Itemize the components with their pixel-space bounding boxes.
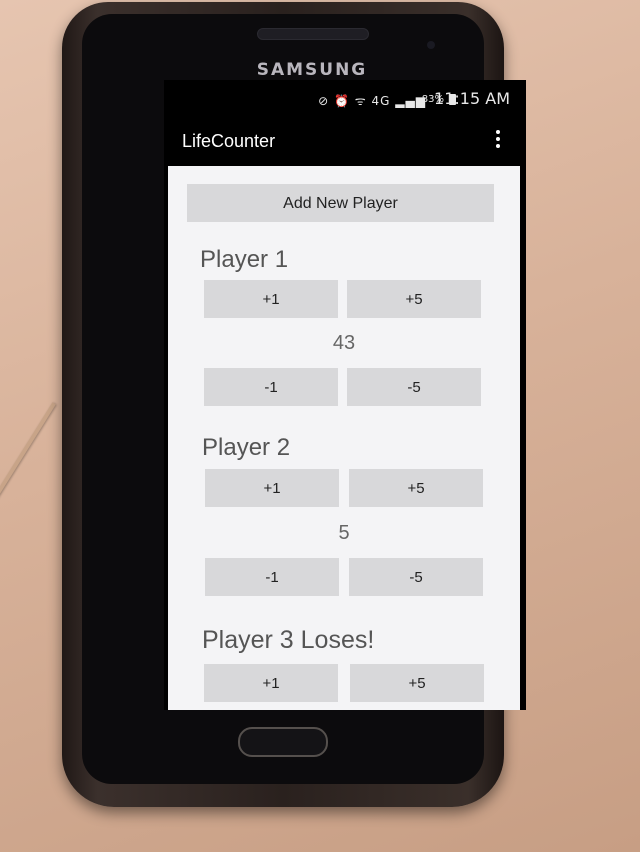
player-2-name: Player 2	[202, 434, 291, 461]
player-2-minus-1-button[interactable]: -1	[205, 558, 339, 596]
app-title: LifeCounter	[182, 131, 276, 151]
charging-cable	[0, 402, 56, 524]
action-bar: LifeCounter	[164, 118, 526, 166]
player-3-status: Player 3 Loses!	[202, 626, 375, 654]
status-bar: ⊘ ⏰ ᯤ 4G ▂▄▆ 83% 11:15 AM	[164, 80, 526, 118]
phone-body: SAMSUNG ⊘ ⏰ ᯤ 4G ▂▄▆ 83% 11:15 AM LifeCo…	[62, 2, 526, 807]
brand-logo: SAMSUNG	[256, 60, 368, 80]
player-1-name: Player 1	[200, 246, 289, 273]
player-2-minus-5-button[interactable]: -5	[349, 558, 483, 596]
player-3-plus-5-button[interactable]: +5	[350, 664, 484, 702]
earpiece-speaker	[257, 28, 369, 40]
player-2-plus-1-button[interactable]: +1	[205, 469, 339, 507]
player-2-life: 5	[338, 522, 350, 544]
clock: 11:15 AM	[434, 89, 510, 108]
player-1-plus-1-button[interactable]: +1	[204, 280, 338, 318]
status-icons: ⊘ ⏰ ᯤ 4G ▂▄▆	[318, 94, 426, 108]
overflow-menu-icon[interactable]	[496, 130, 500, 152]
player-1-life: 43	[332, 332, 356, 354]
player-1-minus-5-button[interactable]: -5	[347, 368, 481, 406]
player-3-plus-1-button[interactable]: +1	[204, 664, 338, 702]
player-1-plus-5-button[interactable]: +5	[347, 280, 481, 318]
player-2-plus-5-button[interactable]: +5	[349, 469, 483, 507]
main-content: Add New Player Player 1 +1 +5 43 -1 -5 P…	[168, 166, 520, 710]
add-new-player-button[interactable]: Add New Player	[187, 184, 494, 222]
home-button[interactable]	[238, 727, 328, 757]
player-1-minus-1-button[interactable]: -1	[204, 368, 338, 406]
front-camera	[427, 41, 435, 49]
phone-screen: ⊘ ⏰ ᯤ 4G ▂▄▆ 83% 11:15 AM LifeCounter Ad…	[164, 80, 526, 710]
